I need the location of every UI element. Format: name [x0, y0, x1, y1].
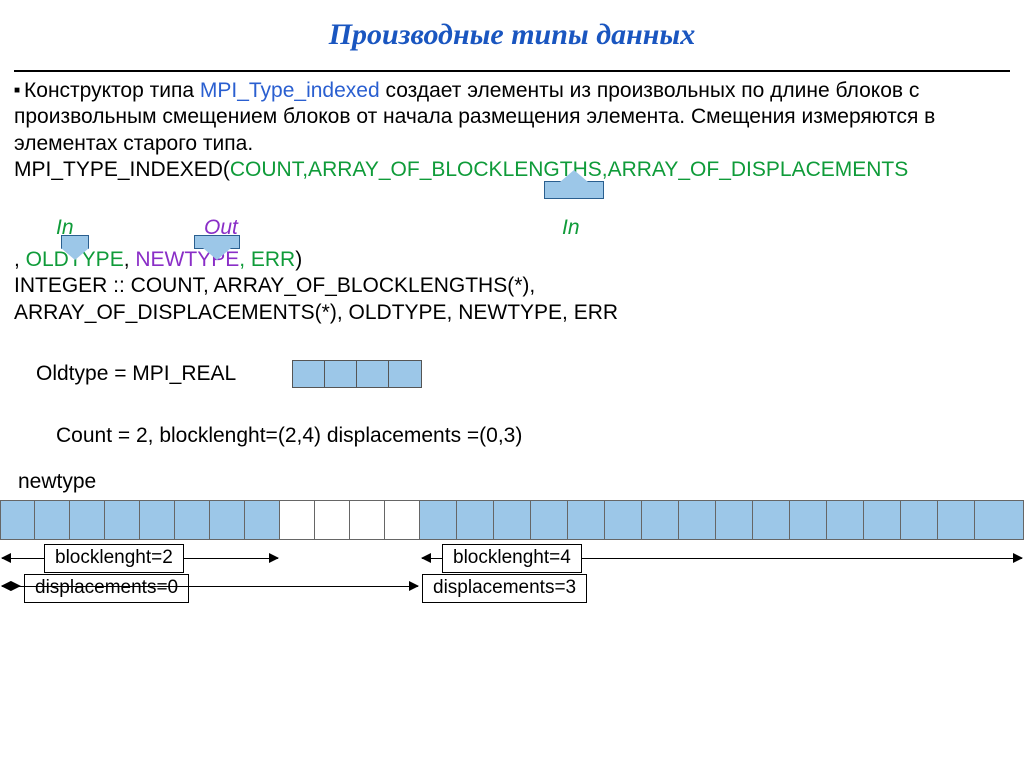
diagram-cell: [420, 500, 457, 540]
diagram-cell: [457, 500, 494, 540]
diagram-cell: [350, 500, 385, 540]
slide-title: Производные типы данных: [0, 0, 1024, 52]
callout-in-right: In: [562, 215, 580, 241]
oldtype-row: Oldtype = MPI_REAL: [36, 360, 1024, 388]
diagram-cell: [494, 500, 531, 540]
callout-area: In In Out: [14, 183, 1010, 253]
diagram-cell: [531, 500, 568, 540]
count-line: Count = 2, blocklenght=(2,4) displacemen…: [56, 424, 1024, 448]
callout-shape-in-right: [544, 181, 604, 199]
oldtype-cell: [389, 361, 421, 387]
function-name: MPI_Type_indexed: [200, 79, 380, 102]
diagram-cell: [716, 500, 753, 540]
intro-before: Конструктор типа: [24, 79, 200, 102]
ann-bl4: blocklenght=4: [442, 544, 582, 573]
body-text: ■Конструктор типа MPI_Type_indexed созда…: [0, 78, 1024, 326]
diagram-cell: [753, 500, 790, 540]
diagram-cell: [568, 500, 605, 540]
diagram-cell: [642, 500, 679, 540]
diagram-cell: [385, 500, 420, 540]
diagram-cell: [864, 500, 901, 540]
diagram-cell: [210, 500, 245, 540]
decl-line-2: ARRAY_OF_DISPLACEMENTS(*), OLDTYPE, NEWT…: [14, 300, 1010, 326]
diagram-cell: [280, 500, 315, 540]
diagram-cell: [70, 500, 105, 540]
decl-line-1: INTEGER :: COUNT, ARRAY_OF_BLOCKLENGTHS(…: [14, 273, 1010, 299]
diagram-cell: [901, 500, 938, 540]
diagram-cell: [35, 500, 70, 540]
callout-shape-in-left: [61, 235, 89, 249]
diagram-cell: [140, 500, 175, 540]
ann-d0: displacements=0: [24, 574, 189, 603]
bullet-icon: ■: [14, 85, 20, 96]
diagram-cell: [0, 500, 35, 540]
oldtype-cell: [293, 361, 325, 387]
ann-bl2: blocklenght=2: [44, 544, 184, 573]
diagram-cell: [938, 500, 975, 540]
diagram-cell: [245, 500, 280, 540]
diagram-cell: [975, 500, 1024, 540]
diagram-cell: [605, 500, 642, 540]
newtype-label: newtype: [18, 470, 1024, 494]
divider: [14, 70, 1010, 72]
newtype-diagram: [0, 500, 1024, 540]
ann-d3: displacements=3: [422, 574, 587, 603]
diagram-cell: [790, 500, 827, 540]
oldtype-label: Oldtype = MPI_REAL: [36, 362, 236, 386]
diagram-cell: [175, 500, 210, 540]
oldtype-cell: [325, 361, 357, 387]
oldtype-cell: [357, 361, 389, 387]
diagram-cell: [827, 500, 864, 540]
diagram-cell: [679, 500, 716, 540]
oldtype-cells: [292, 360, 422, 388]
arrow-d3: [2, 586, 418, 587]
sig-prefix: MPI_TYPE_INDEXED(: [14, 158, 230, 181]
diagram-cell: [315, 500, 350, 540]
annotations: blocklenght=2 blocklenght=4 displacement…: [0, 540, 1024, 610]
callout-shape-out: [194, 235, 240, 249]
diagram-cell: [105, 500, 140, 540]
